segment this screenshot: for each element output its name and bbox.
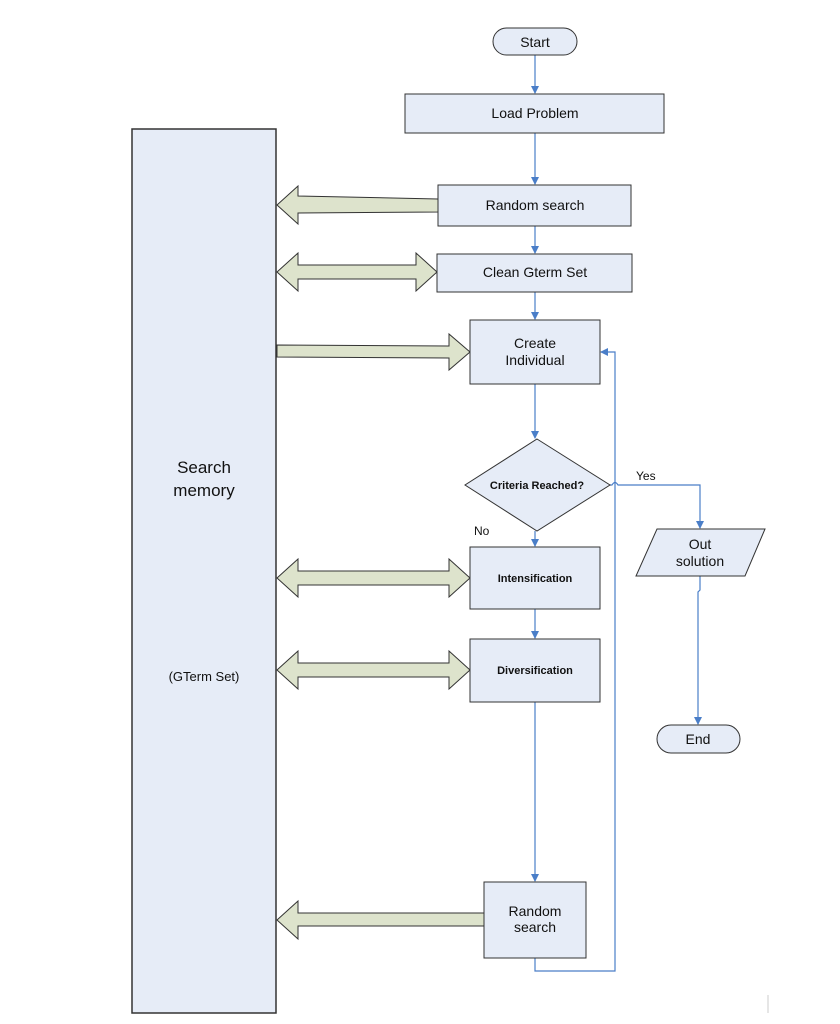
flowchart: Search memory (GTerm Set) Start Load Pro… bbox=[131, 27, 769, 1014]
intensification-label: Intensification bbox=[498, 573, 573, 585]
out-solution-node: Out solution bbox=[635, 528, 766, 577]
create-individual-node: Create Individual bbox=[469, 319, 601, 385]
start-terminal: Start bbox=[492, 27, 578, 56]
arrow-memory-to-create-individual bbox=[276, 332, 471, 372]
memory-title-line2: memory bbox=[173, 481, 235, 500]
arrow-random-search-bottom-to-memory bbox=[276, 899, 485, 941]
diversification-node: Diversification bbox=[469, 638, 601, 703]
arrow-intensification-bidirectional bbox=[276, 557, 471, 599]
no-label: No bbox=[474, 524, 490, 538]
out-solution-line1: Out bbox=[689, 536, 712, 552]
memory-subtitle: (GTerm Set) bbox=[169, 669, 240, 684]
intensification-node: Intensification bbox=[469, 546, 601, 610]
clean-gterm-set-node: Clean Gterm Set bbox=[436, 253, 633, 293]
load-problem-label: Load Problem bbox=[491, 105, 578, 121]
criteria-decision: Criteria Reached? bbox=[464, 438, 611, 532]
search-memory-block: Search memory (GTerm Set) bbox=[131, 128, 277, 1014]
random-search-label: Random search bbox=[486, 197, 585, 213]
end-terminal: End bbox=[656, 724, 741, 754]
yes-label: Yes bbox=[636, 469, 656, 483]
create-individual-line2: Individual bbox=[505, 352, 564, 368]
random-search-node: Random search bbox=[437, 184, 632, 227]
arrow-clean-gterm-bidirectional bbox=[276, 251, 438, 293]
create-individual-line1: Create bbox=[514, 335, 556, 351]
end-label: End bbox=[686, 731, 711, 747]
criteria-label: Criteria Reached? bbox=[490, 480, 584, 492]
arrow-diversification-bidirectional bbox=[276, 649, 471, 691]
memory-title-line1: Search bbox=[177, 458, 231, 477]
random-search-bottom-line1: Random bbox=[509, 903, 562, 919]
random-search-bottom-line2: search bbox=[514, 919, 556, 935]
arrow-random-search-to-memory bbox=[276, 184, 439, 226]
out-solution-line2: solution bbox=[676, 553, 724, 569]
block-arrows bbox=[276, 184, 485, 941]
clean-gterm-set-label: Clean Gterm Set bbox=[483, 264, 587, 280]
diversification-label: Diversification bbox=[497, 665, 573, 677]
load-problem-node: Load Problem bbox=[404, 93, 665, 134]
start-label: Start bbox=[520, 34, 550, 50]
random-search-bottom-node: Random search bbox=[483, 881, 587, 959]
